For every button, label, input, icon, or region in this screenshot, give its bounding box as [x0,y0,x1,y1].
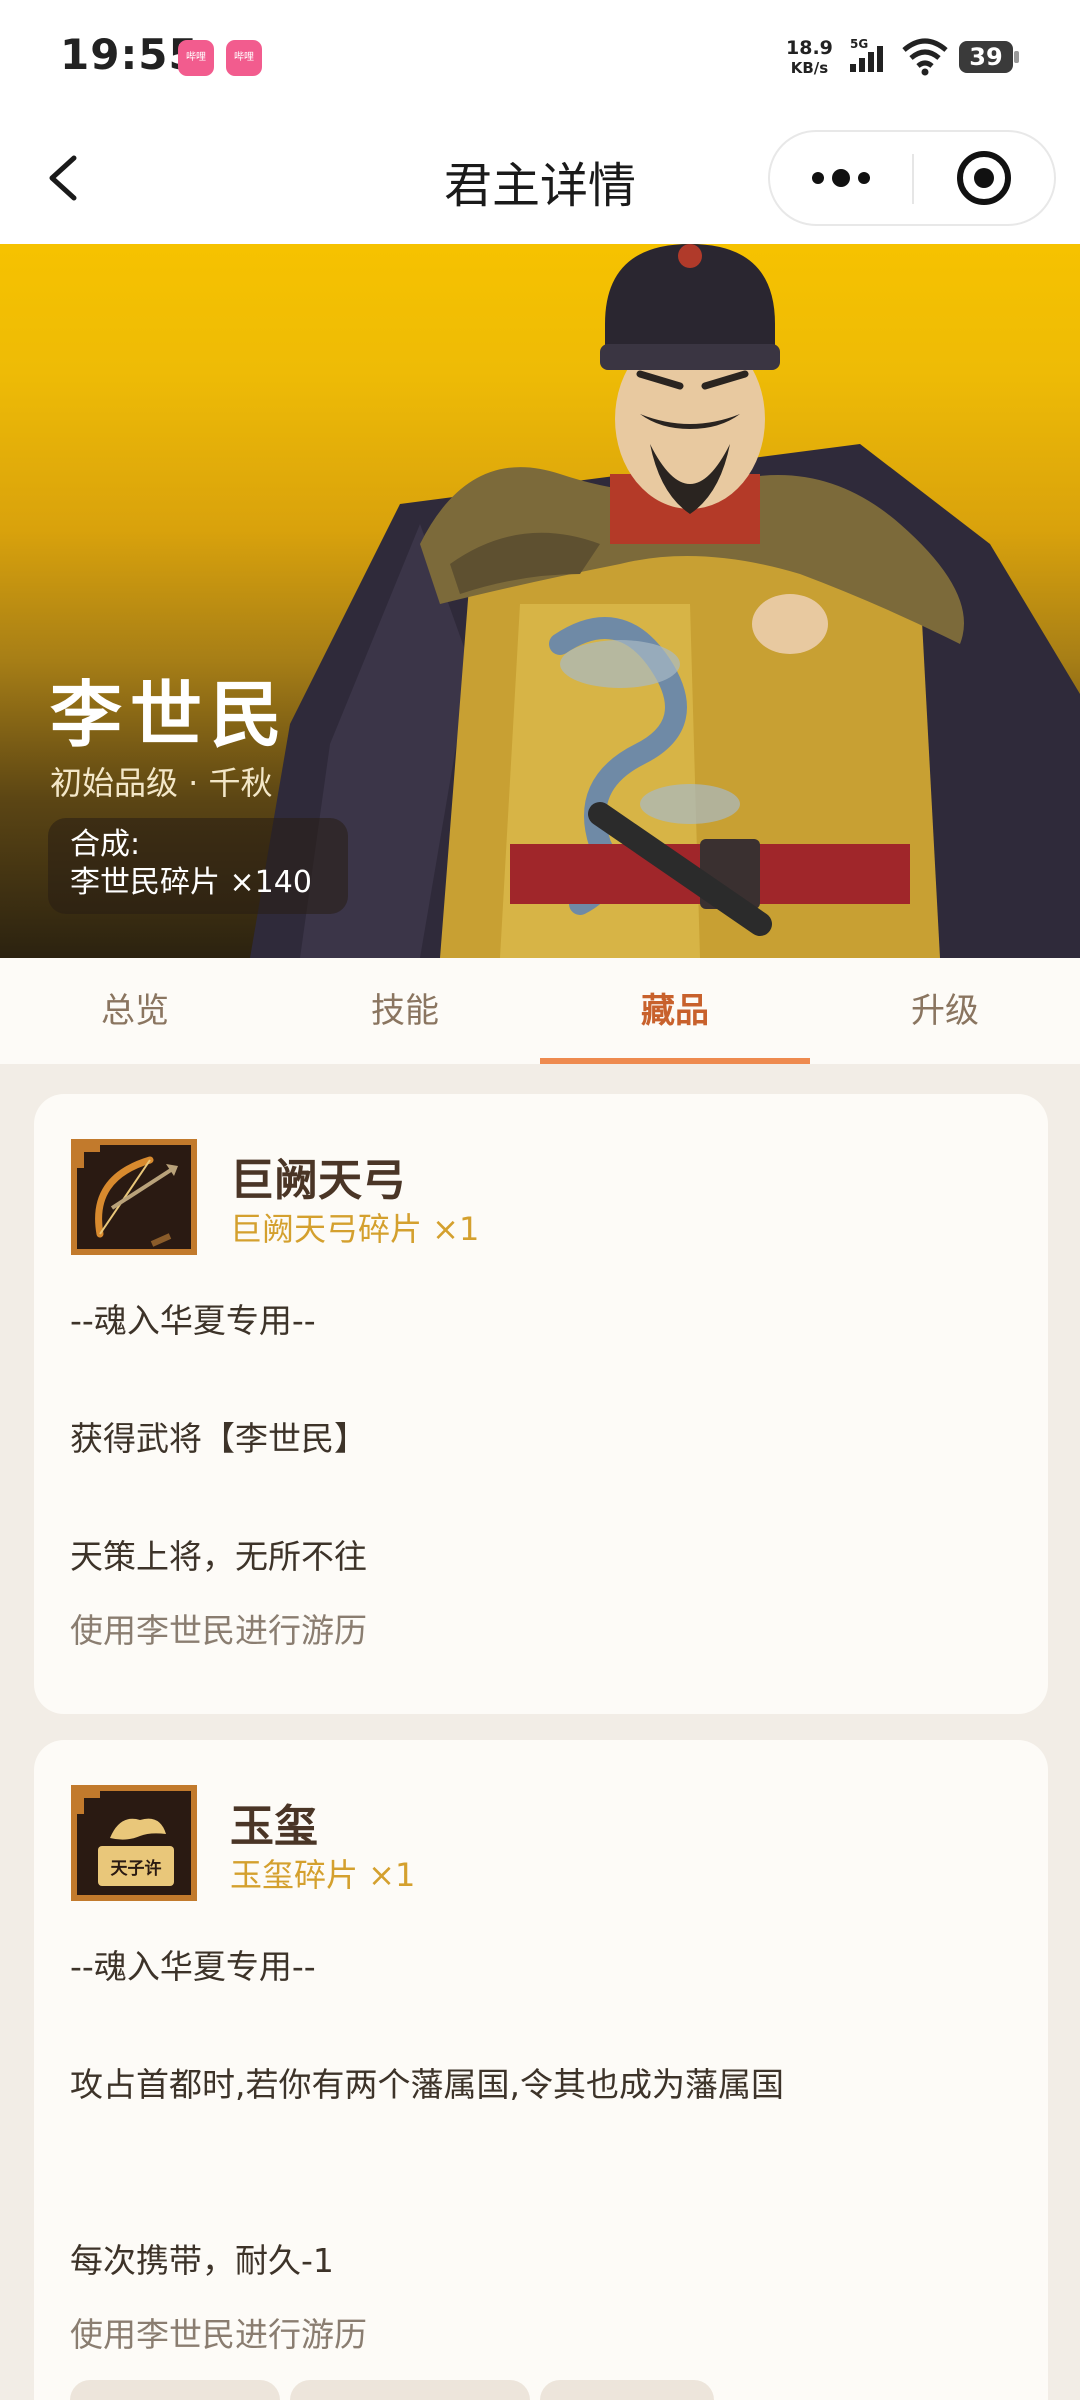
nav-bar: 君主详情 [0,116,1080,244]
mini-program-capsule [768,130,1056,226]
ruler-grade: 初始品级 · 千秋 [50,764,273,802]
item-fragment: 巨阙天弓碎片 ×1 [230,1210,480,1248]
synthesis-box: 合成: 李世民碎片 ×140 [48,818,348,914]
tag-chip [70,2380,280,2400]
item-usage: 使用李世民进行游历 [70,2315,367,2354]
bilibili-app-icon: 哔哩 [226,40,262,76]
collection-card: 巨阙天弓 巨阙天弓碎片 ×1 --魂入华夏专用-- 获得武将【李世民】 天策上将… [34,1094,1048,1714]
hero-banner: 李世民 初始品级 · 千秋 合成: 李世民碎片 ×140 [0,244,1080,958]
item-desc-line: 攻占首都时,若你有两个藩属国,令其也成为藩属国 [70,2065,784,2104]
tag-chip [540,2380,714,2400]
more-icon[interactable] [770,132,912,224]
status-bar: 19:55 哔哩 哔哩 18.9 KB/s 5G 39 [0,0,1080,116]
network-speed-unit: KB/s [790,59,829,77]
item-name: 巨阙天弓 [230,1155,406,1206]
synthesis-label: 合成: [70,827,141,862]
tab-collection[interactable]: 藏品 [540,958,810,1064]
ruler-name: 李世民 [50,673,291,757]
tab-upgrade[interactable]: 升级 [810,958,1080,1064]
tag-chip [290,2380,530,2400]
wifi-icon [902,38,948,76]
network-type: 5G [850,37,868,51]
item-fragment: 玉玺碎片 ×1 [230,1856,416,1894]
jade-seal-icon: 天子许 [71,1785,197,1901]
bilibili-app-icon: 哔哩 [178,40,214,76]
network-speed: 18.9 KB/s [786,38,833,78]
synthesis-value: 李世民碎片 ×140 [70,865,312,900]
close-mini-program-icon[interactable] [914,132,1054,224]
bow-icon [71,1139,197,1255]
item-desc-line: --魂入华夏专用-- [70,1301,316,1340]
tab-overview[interactable]: 总览 [0,958,270,1064]
item-desc-line: 获得武将【李世民】 [70,1419,367,1458]
item-usage: 使用李世民进行游历 [70,1611,367,1650]
item-desc-line: 每次携带，耐久-1 [70,2241,334,2280]
tab-bar: 总览 技能 藏品 升级 [0,958,1080,1064]
cellular-signal-icon: 5G [850,37,883,72]
back-icon[interactable] [36,146,96,210]
collection-card: 天子许 玉玺 玉玺碎片 ×1 --魂入华夏专用-- 攻占首都时,若你有两个藩属国… [34,1740,1048,2400]
battery-level: 39 [969,43,1003,71]
item-desc-line: 天策上将，无所不往 [70,1537,367,1576]
item-desc-line: --魂入华夏专用-- [70,1947,316,1986]
tab-skills[interactable]: 技能 [270,958,540,1064]
item-name: 玉玺 [230,1801,318,1852]
seal-inscription: 天子许 [111,1858,162,1879]
network-speed-value: 18.9 [786,37,833,59]
